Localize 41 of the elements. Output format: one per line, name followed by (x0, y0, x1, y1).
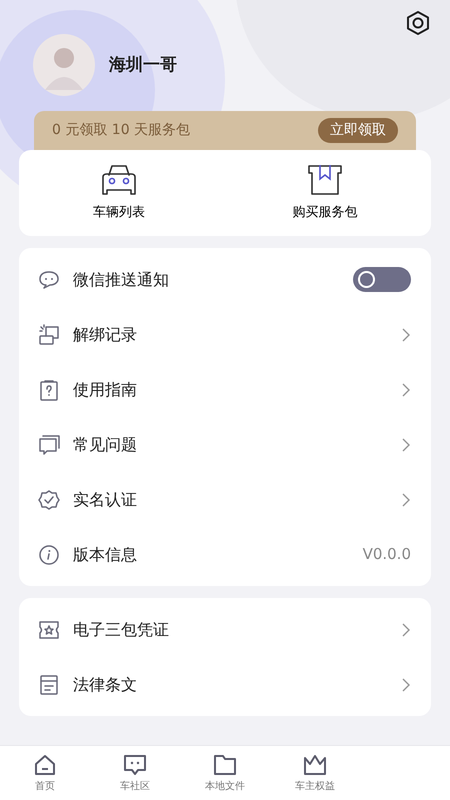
menu-item[interactable]: 常见问题 (19, 417, 431, 472)
badge-check-icon (38, 488, 60, 510)
tab[interactable]: 本地文件 (180, 746, 270, 800)
tab[interactable]: 车社区 (90, 746, 180, 800)
menu-item[interactable]: 微信推送通知 (19, 252, 431, 307)
unlink-icon (38, 324, 60, 346)
chevron-icon (401, 622, 411, 638)
avatar (33, 34, 95, 96)
toggle-switch[interactable] (353, 267, 411, 292)
folder-icon (213, 754, 237, 776)
chevron-icon (401, 326, 411, 342)
package-icon (306, 163, 344, 198)
menu-item[interactable]: 解绑记录 (19, 307, 431, 362)
shortcut-item[interactable]: 购买服务包 (218, 150, 431, 236)
chevron-icon (401, 676, 411, 692)
chat-icon (38, 270, 60, 290)
claim-button[interactable]: 立即领取 (318, 118, 398, 143)
version-text: V0.0.0 (362, 544, 411, 566)
shortcut-item[interactable]: 车辆列表 (19, 150, 218, 236)
user-name: 海圳一哥 (109, 54, 177, 78)
menu-item[interactable]: 版本信息 V0.0.0 (19, 527, 431, 582)
car-icon (100, 163, 138, 198)
chat-icon (123, 754, 147, 776)
message-icon (38, 434, 60, 456)
menu-item[interactable]: 电子三包凭证 (19, 602, 431, 657)
menu-item[interactable]: 法律条文 (19, 657, 431, 712)
settings-icon[interactable] (405, 10, 431, 36)
document-icon (38, 674, 60, 696)
question-icon (38, 378, 60, 400)
info-icon (38, 544, 60, 566)
chevron-icon (401, 436, 411, 452)
certificate-icon (38, 618, 60, 640)
chevron-icon (401, 382, 411, 398)
tab[interactable]: 车主权益 (270, 746, 360, 800)
crown-icon (303, 754, 327, 776)
home-icon (33, 754, 57, 776)
chevron-icon (401, 492, 411, 508)
menu-item[interactable]: 使用指南 (19, 362, 431, 417)
tab[interactable]: 首页 (0, 746, 90, 800)
promo-text: 0 元领取 10 天服务包 (52, 121, 190, 140)
menu-item[interactable]: 实名认证 (19, 472, 431, 527)
